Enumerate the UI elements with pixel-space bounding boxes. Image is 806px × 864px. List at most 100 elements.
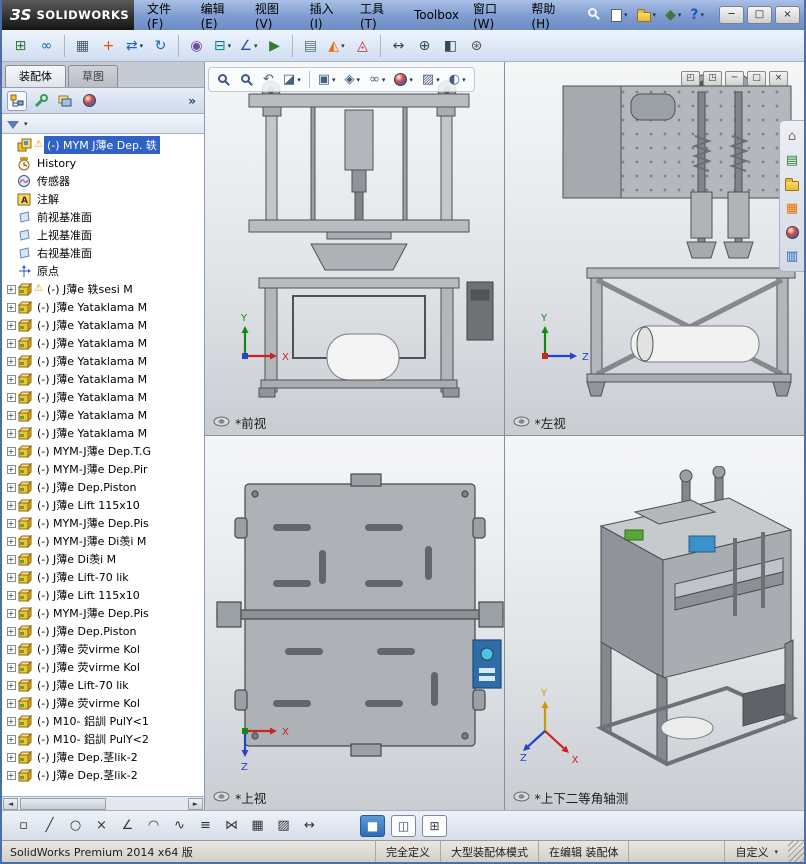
measure-button[interactable]: ↔	[386, 33, 411, 59]
tree-item[interactable]: + (-) J薄e Yataklama M	[2, 298, 204, 316]
design-library-button[interactable]: ▤	[782, 150, 802, 170]
interference-detection-button[interactable]: ◬	[350, 33, 375, 59]
expand-icon[interactable]: +	[6, 536, 16, 546]
appearances-button[interactable]	[782, 222, 802, 242]
expand-panel-button[interactable]: »	[185, 94, 199, 108]
maximize-button[interactable]: □	[747, 6, 772, 24]
tree-item[interactable]: A 注解	[2, 190, 204, 208]
expand-icon[interactable]: +	[6, 554, 16, 564]
pattern-button[interactable]: ▦	[246, 814, 269, 837]
mass-properties-button[interactable]: ⊕	[412, 33, 437, 59]
apply-scene-button[interactable]: ▨ ▾	[418, 69, 444, 90]
tree-item[interactable]: + (-) J薄e Dep.Piston	[2, 478, 204, 496]
propertymanager-tab[interactable]	[31, 91, 51, 111]
expand-icon[interactable]: +	[6, 770, 16, 780]
configurationmanager-tab[interactable]	[55, 91, 75, 111]
section-view-button[interactable]: ◪ ▾	[279, 69, 305, 90]
expand-icon[interactable]: +	[6, 608, 16, 618]
tree-item[interactable]: + (-) MYM-J薄e Dep.Pis	[2, 604, 204, 622]
tree-item[interactable]: + (-) J薄e Yataklama M	[2, 334, 204, 352]
pane-left-button[interactable]: ◰	[681, 71, 700, 86]
view-orientation-button[interactable]: ▣ ▾	[314, 69, 340, 90]
viewport-top[interactable]: XZ *上视	[205, 436, 505, 810]
previous-view-button[interactable]: ↶	[259, 69, 278, 90]
open-document-button[interactable]: ▾	[634, 7, 660, 24]
help-button[interactable]: ? ▾	[687, 6, 707, 24]
custom-properties-button[interactable]: ▥	[782, 246, 802, 266]
expand-icon[interactable]: +	[6, 680, 16, 690]
file-explorer-button[interactable]	[782, 174, 802, 194]
tree-item[interactable]: + (-) J薄e Yataklama M	[2, 316, 204, 334]
expand-icon[interactable]: +	[6, 662, 16, 672]
tree-item[interactable]: + (-) MYM-J薄e Di羡i M	[2, 532, 204, 550]
tab-assembly[interactable]: 装配体	[5, 65, 66, 87]
tree-item[interactable]: + (-) J薄e Yataklama M	[2, 352, 204, 370]
tree-item[interactable]: + (-) MYM-J薄e Dep.Pir	[2, 460, 204, 478]
display-style-button[interactable]: ◈ ▾	[341, 69, 365, 90]
hide-show-items-button[interactable]: ∞ ▾	[365, 69, 389, 90]
pane-right-button[interactable]: ◳	[703, 71, 722, 86]
viewport-isometric[interactable]: Y X Z *上下二等角轴测	[504, 436, 804, 810]
view-settings-button[interactable]: ◐ ▾	[445, 69, 470, 90]
expand-icon[interactable]: +	[6, 482, 16, 492]
filter-funnel-icon[interactable]	[7, 120, 19, 129]
scroll-right-icon[interactable]: ►	[188, 797, 203, 810]
expand-icon[interactable]: +	[6, 410, 16, 420]
smart-fasteners-button[interactable]: +	[96, 33, 121, 59]
expand-icon[interactable]: +	[6, 734, 16, 744]
expand-icon[interactable]: +	[6, 644, 16, 654]
mirror-button[interactable]: ⋈	[220, 814, 243, 837]
reference-geometry-button[interactable]: ∠ ▾	[236, 33, 261, 59]
home-button[interactable]: ⌂	[782, 126, 802, 146]
motion-study-button[interactable]: ▶	[262, 33, 287, 59]
tree-item[interactable]: + (-) J薄e Yataklama M	[2, 388, 204, 406]
minimize-button[interactable]: ─	[725, 71, 744, 86]
tree-item[interactable]: + (-) MYM-J薄e Dep.Pis	[2, 514, 204, 532]
select-point-button[interactable]: ▫	[12, 814, 35, 837]
close-button[interactable]: ×	[769, 71, 788, 86]
linear-pattern-button[interactable]: ▦	[70, 33, 95, 59]
viewport-left[interactable]: YZ *左视	[504, 62, 804, 436]
viewport-four-button[interactable]: ⊞	[422, 814, 447, 837]
graphics-area[interactable]: YX *前视 Y Z *左视 X Z *上视 Y X Z *上下二等角轴测 ↶ …	[205, 62, 804, 810]
expand-icon[interactable]: +	[6, 572, 16, 582]
menu-toolbox[interactable]: Toolbox	[407, 4, 466, 26]
spline-button[interactable]: ∿	[168, 814, 191, 837]
expand-icon[interactable]: +	[6, 374, 16, 384]
search-icon[interactable]	[580, 3, 608, 27]
expand-icon[interactable]: +	[6, 356, 16, 366]
tree-item[interactable]: 右视基准面	[2, 244, 204, 262]
hatch-button[interactable]: ▨	[272, 814, 295, 837]
scrollbar-thumb[interactable]	[20, 797, 106, 810]
tree-item[interactable]: ⚠ (-) MYM J薄e Dep. 轶	[2, 136, 204, 154]
expand-icon[interactable]: +	[6, 446, 16, 456]
line-button[interactable]: ╱	[38, 814, 61, 837]
tab-sketch[interactable]: 草图	[68, 65, 118, 87]
circle-button[interactable]: ○	[64, 814, 87, 837]
dimension-button[interactable]: ↔	[298, 814, 321, 837]
status-segment[interactable]: 自定义 ▾	[724, 841, 788, 862]
tree-item[interactable]: + (-) M10- 鋁訓 PulY<1	[2, 712, 204, 730]
tree-item[interactable]: 前视基准面	[2, 208, 204, 226]
tree-item[interactable]: + (-) J薄e Yataklama M	[2, 424, 204, 442]
exploded-view-button[interactable]: ◭ ▾	[324, 33, 349, 59]
tree-item[interactable]: + (-) J薄e Yataklama M	[2, 370, 204, 388]
tree-item[interactable]: + (-) J薄e 荧virme Kol	[2, 640, 204, 658]
tree-item[interactable]: History	[2, 154, 204, 172]
offset-button[interactable]: ≡	[194, 814, 217, 837]
tree-item[interactable]: 原点	[2, 262, 204, 280]
tree-item[interactable]: 传感器	[2, 172, 204, 190]
show-hidden-components-button[interactable]: ◉	[184, 33, 209, 59]
tree-item[interactable]: + (-) M10- 鋁訓 PulY<2	[2, 730, 204, 748]
tree-item[interactable]: + (-) J薄e Dep.Piston	[2, 622, 204, 640]
expand-icon[interactable]: +	[6, 500, 16, 510]
close-button[interactable]: ×	[775, 6, 800, 24]
expand-icon[interactable]: +	[6, 464, 16, 474]
view-palette-button[interactable]: ▦	[782, 198, 802, 218]
zoom-fit-button[interactable]	[213, 69, 235, 90]
options-button[interactable]: ◆ ▾	[662, 6, 684, 24]
arc-button[interactable]: ◠	[142, 814, 165, 837]
tree-item[interactable]: + (-) J薄e Lift 115x10	[2, 586, 204, 604]
tree-item[interactable]: + (-) J薄e Lift-70 lik	[2, 676, 204, 694]
expand-icon[interactable]: +	[6, 626, 16, 636]
